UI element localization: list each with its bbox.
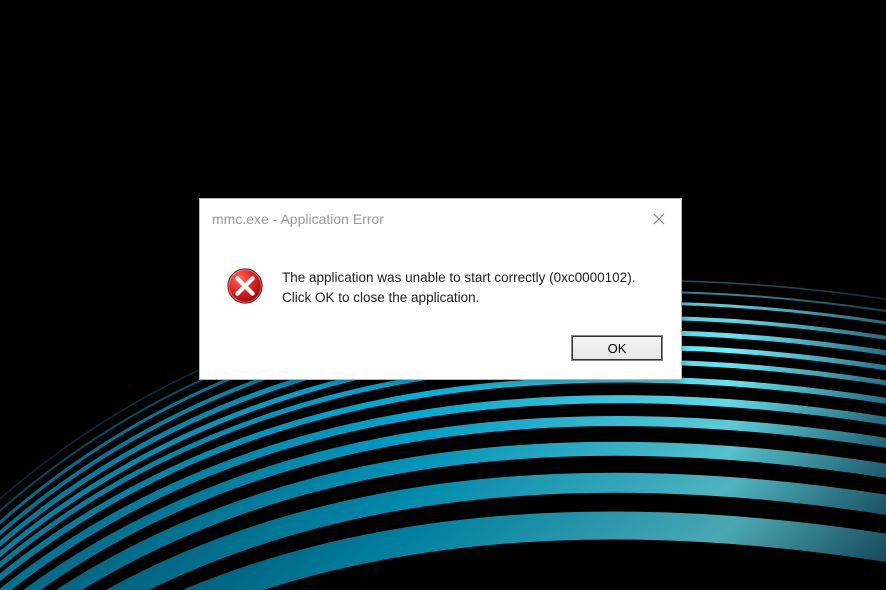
dialog-title: mmc.exe - Application Error bbox=[212, 211, 384, 227]
dialog-content: The application was unable to start corr… bbox=[200, 237, 681, 335]
dialog-message: The application was unable to start corr… bbox=[282, 267, 635, 307]
message-line-2: Click OK to close the application. bbox=[282, 290, 479, 305]
close-icon bbox=[653, 213, 665, 225]
close-button[interactable] bbox=[647, 207, 671, 231]
ok-button[interactable]: OK bbox=[571, 335, 663, 361]
dialog-titlebar[interactable]: mmc.exe - Application Error bbox=[200, 199, 681, 237]
application-error-dialog: mmc.exe - Application Error The applicat… bbox=[199, 198, 682, 380]
dialog-button-row: OK bbox=[200, 335, 681, 379]
message-line-1: The application was unable to start corr… bbox=[282, 270, 635, 285]
error-icon bbox=[226, 267, 264, 305]
